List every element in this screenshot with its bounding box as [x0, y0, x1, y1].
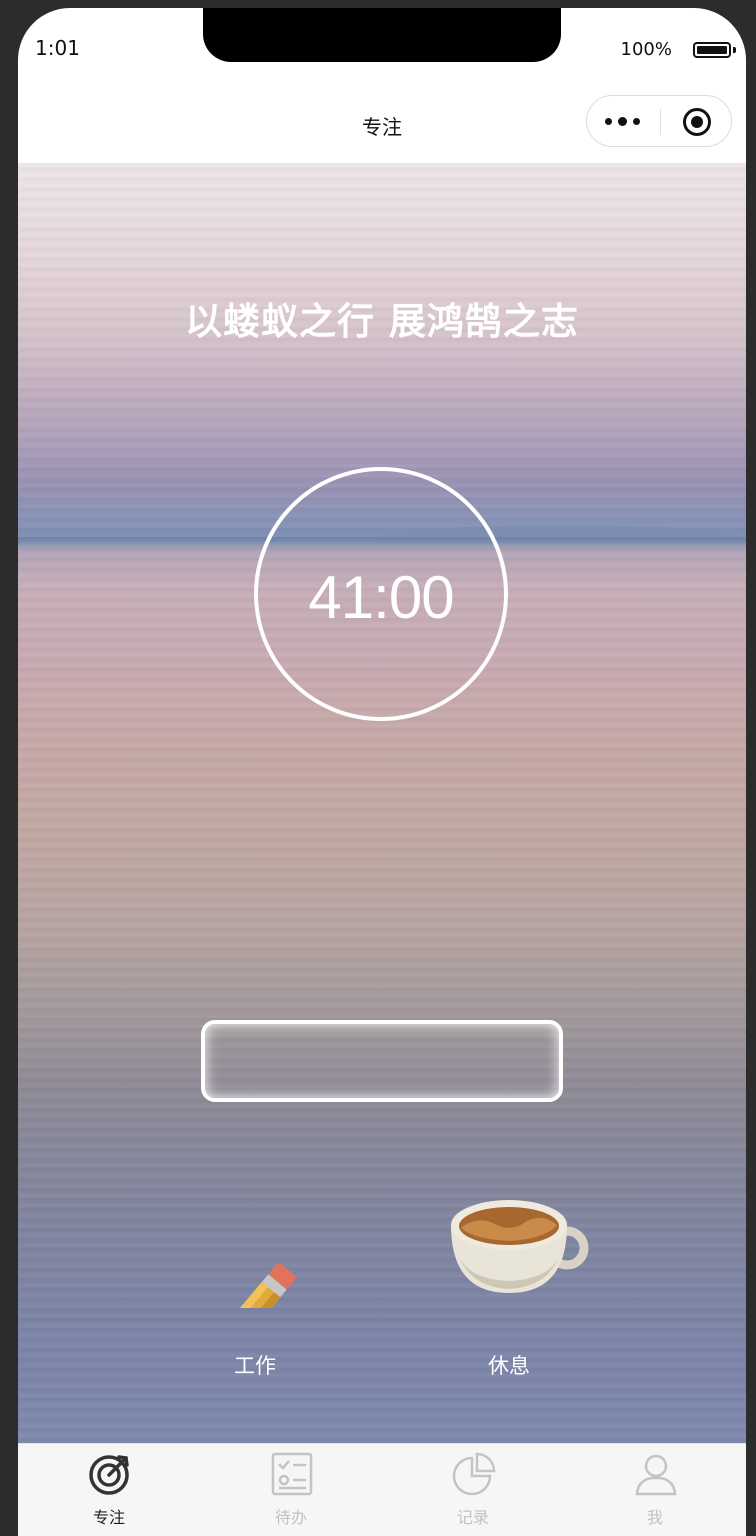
focus-background: 以蝼蚁之行 展鸿鹄之志 41:00 工作 休息 — [18, 163, 746, 1443]
work-mode-label: 工作 — [234, 1354, 276, 1378]
phone-screen: 1:01 100% 专注 以蝼蚁之行 展鸿鹄之志 41:00 工作 休息 专注 … — [18, 8, 746, 1536]
motto-text: 以蝼蚁之行 展鸿鹄之志 — [185, 300, 579, 343]
status-time: 1:01 — [35, 36, 80, 60]
timer-display: 41:00 — [308, 564, 454, 631]
navigation-bar: 专注 — [18, 88, 746, 163]
tab-records-label: 记录 — [456, 1508, 489, 1527]
battery-percent: 100% — [620, 39, 672, 60]
user-icon — [635, 1454, 677, 1496]
pencil-icon — [198, 1263, 296, 1308]
focus-target-icon — [89, 1455, 129, 1495]
tab-records[interactable]: 记录 — [382, 1444, 564, 1536]
tab-focus[interactable]: 专注 — [18, 1444, 200, 1536]
battery-icon — [693, 42, 731, 58]
tab-todo[interactable]: 待办 — [200, 1444, 382, 1536]
capsule-divider — [660, 109, 661, 135]
todo-list-icon — [271, 1452, 313, 1496]
tab-bar: 专注 待办 记录 我 — [18, 1443, 746, 1536]
tab-me-label: 我 — [646, 1508, 663, 1527]
task-input[interactable] — [201, 1020, 563, 1102]
coffee-cup-icon — [451, 1200, 589, 1293]
battery-cap — [733, 47, 736, 53]
tab-focus-label: 专注 — [92, 1508, 125, 1527]
tab-todo-label: 待办 — [274, 1508, 307, 1527]
status-bar: 1:01 100% — [18, 8, 746, 88]
pie-chart-icon — [452, 1452, 496, 1496]
tab-me[interactable]: 我 — [564, 1444, 746, 1536]
mini-program-capsule — [586, 95, 732, 147]
notch — [203, 8, 561, 62]
timer-circle[interactable]: 41:00 — [254, 467, 508, 721]
target-close-icon[interactable] — [683, 108, 711, 136]
rest-mode-label: 休息 — [488, 1354, 530, 1378]
more-dots-icon[interactable] — [605, 112, 649, 130]
